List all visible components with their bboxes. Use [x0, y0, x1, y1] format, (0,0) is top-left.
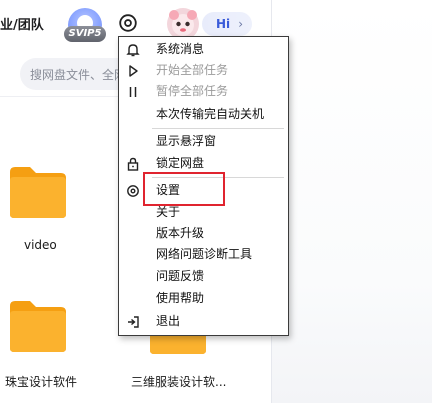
- menu-item-help[interactable]: 使用帮助: [119, 288, 288, 309]
- file-name-label[interactable]: 珠宝设计软件: [5, 373, 77, 390]
- file-name-label[interactable]: 三维服装设计软...: [131, 373, 226, 390]
- menu-item-label: 问题反馈: [156, 269, 205, 283]
- settings-highlight-annotation: [143, 172, 225, 206]
- exit-icon: [128, 316, 139, 328]
- menu-item-feedback[interactable]: 问题反馈: [119, 266, 288, 287]
- menu-item-lock[interactable]: 锁定网盘: [119, 153, 288, 174]
- menu-item-floating-window[interactable]: 显示悬浮窗: [119, 131, 288, 152]
- menu-item-label: 开始全部任务: [156, 63, 229, 77]
- folder-icon[interactable]: [8, 298, 68, 354]
- folder-icon[interactable]: [8, 164, 68, 220]
- gear-icon: [127, 185, 139, 197]
- menu-separator: [152, 128, 284, 129]
- menu-item-label: 锁定网盘: [156, 156, 205, 170]
- pause-icon: [129, 87, 137, 97]
- right-panel: [272, 0, 432, 403]
- menu-item-network-diagnostics[interactable]: 网络问题诊断工具: [119, 244, 288, 265]
- menu-item-pause-all[interactable]: 暂停全部任务: [119, 81, 288, 102]
- hi-label: Hi: [216, 17, 231, 31]
- menu-item-label: 版本升级: [156, 226, 205, 240]
- menu-item-label: 系统消息: [156, 42, 205, 56]
- play-icon: [129, 65, 138, 77]
- menu-item-label: 暂停全部任务: [156, 84, 229, 98]
- menu-item-label: 使用帮助: [156, 291, 205, 305]
- gear-icon[interactable]: [117, 12, 139, 34]
- menu-item-auto-shutdown[interactable]: 本次传输完自动关机: [119, 104, 288, 125]
- menu-item-upgrade[interactable]: 版本升级: [119, 223, 288, 244]
- menu-item-label: 网络问题诊断工具: [156, 247, 253, 261]
- team-tab-label[interactable]: 业/团队: [0, 14, 44, 33]
- menu-item-label: 退出: [156, 314, 181, 328]
- chevron-right-icon: ›: [238, 17, 243, 31]
- menu-item-label: 显示悬浮窗: [156, 134, 217, 148]
- file-name-label[interactable]: video: [24, 238, 57, 252]
- menu-item-start-all[interactable]: 开始全部任务: [119, 60, 288, 81]
- menu-item-system-messages[interactable]: 系统消息: [119, 39, 288, 60]
- search-placeholder: 搜网盘文件、全网: [30, 68, 127, 82]
- lock-icon: [127, 157, 139, 171]
- bell-icon: [126, 44, 140, 57]
- hi-greeting-button[interactable]: Hi ›: [202, 12, 252, 36]
- svip-badge: SVIP5: [64, 26, 106, 42]
- menu-item-exit[interactable]: 退出: [119, 311, 288, 332]
- menu-item-label: 本次传输完自动关机: [156, 107, 265, 121]
